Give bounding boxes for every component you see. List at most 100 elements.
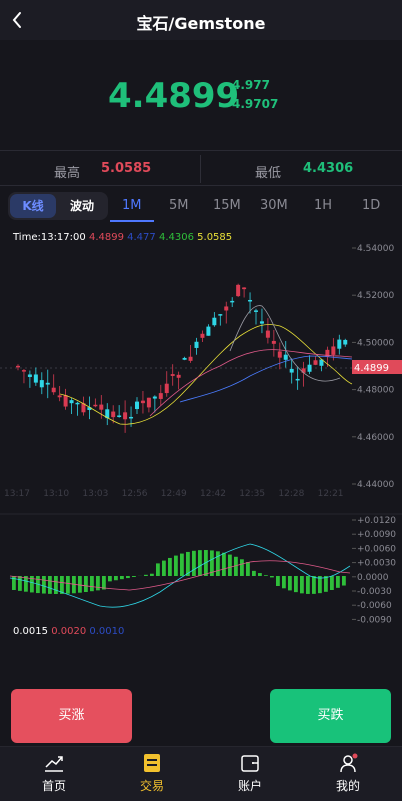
tab-interval-15m[interactable]: 15M <box>213 198 241 213</box>
time-tick-label: 12:21 <box>318 489 344 499</box>
price-tick-label: 4.48000 <box>357 386 394 396</box>
macd-bar <box>66 576 70 594</box>
nav-account[interactable]: 账户 <box>210 747 290 801</box>
tab-kline[interactable]: K线 <box>10 194 56 218</box>
macd-bar <box>342 576 346 586</box>
nav-trade[interactable]: 交易 <box>112 747 192 801</box>
price-sub-top: 4.977 <box>232 78 270 92</box>
page-title: 宝石/Gemstone <box>136 14 266 33</box>
candle-body <box>152 396 157 399</box>
candle-body <box>200 333 205 338</box>
macd-legend-3: 0.0010 <box>89 626 125 637</box>
chart-svg: 4.54000 4.52000 4.50000 4.48000 4.46000 4.440… <box>0 244 402 625</box>
macd-bar <box>246 562 250 576</box>
candle-body <box>164 383 169 394</box>
tab-interval-1h[interactable]: 1H <box>314 198 332 213</box>
current-price: 4.4899 <box>108 76 240 116</box>
candle-body <box>283 354 288 360</box>
low-label: 最低 <box>255 166 282 181</box>
candle-body <box>21 370 26 372</box>
macd-bar <box>330 576 334 590</box>
nav-mine-label: 我的 <box>335 779 360 793</box>
kline-chart[interactable]: Time:13:17:00 4.4899 4.477 4.4306 5.0585… <box>0 226 402 646</box>
tab-interval-1m[interactable]: 1M <box>122 198 142 213</box>
candle-body <box>254 310 258 312</box>
macd-bar <box>84 576 88 592</box>
candle-body <box>212 317 217 326</box>
svg-text:4.4899: 4.4899 <box>354 363 389 374</box>
candle-body <box>224 306 229 311</box>
time-tick-label: 12:35 <box>239 489 265 499</box>
candle-body <box>343 339 348 345</box>
trade-icon <box>140 751 164 775</box>
chart-legend: Time:13:17:00 4.4899 4.477 4.4306 5.0585 <box>13 232 232 243</box>
candle-body <box>123 412 128 420</box>
macd-bar <box>132 576 136 577</box>
tab-interval-5m[interactable]: 5M <box>169 198 189 213</box>
macd-axis: +0.0120 +0.0090 +0.0060 +0.0030 0.0000 -0.003… <box>352 516 396 625</box>
macd-bar <box>126 576 130 579</box>
top-bar: 宝石/Gemstone <box>0 0 402 40</box>
macd-bar <box>108 576 112 582</box>
macd-bar <box>306 576 310 594</box>
candle-body <box>295 378 300 381</box>
macd-bar <box>174 555 178 576</box>
macd-bar <box>18 576 22 591</box>
nav-account-label: 账户 <box>237 779 262 793</box>
macd-bar <box>222 552 226 576</box>
macd-bar <box>42 576 46 594</box>
tab-interval-1d[interactable]: 1D <box>362 198 380 213</box>
candle-body <box>271 340 276 344</box>
buy-down-button[interactable]: 买跌 <box>270 689 391 743</box>
tab-wave[interactable]: 波动 <box>58 194 106 218</box>
nav-home[interactable]: 首页 <box>14 747 94 801</box>
candle-body <box>158 393 163 399</box>
buy-up-button[interactable]: 买涨 <box>11 689 132 743</box>
time-tick-label: 12:28 <box>278 489 304 499</box>
macd-bar <box>270 576 274 578</box>
macd-bar <box>54 576 58 594</box>
macd-bar <box>120 576 124 580</box>
last-price-tag: 4.4899 <box>352 360 402 374</box>
macd-bar <box>150 573 154 576</box>
wallet-icon <box>238 751 262 775</box>
candle-body <box>99 404 104 410</box>
macd-bar <box>90 576 94 592</box>
price-tick-label: 4.52000 <box>357 291 394 301</box>
low-value: 4.4306 <box>303 161 354 176</box>
candle-body <box>236 284 241 297</box>
candle-body <box>16 365 20 368</box>
candle-body <box>313 360 318 365</box>
nav-home-label: 首页 <box>41 779 66 793</box>
nav-mine[interactable]: 我的 <box>308 747 388 801</box>
candle-body <box>188 356 193 361</box>
macd-bar <box>264 575 268 576</box>
divider <box>200 155 201 183</box>
candle-body <box>39 380 44 388</box>
high-low-bar: 最高 5.0585 最低 4.4306 <box>0 150 402 186</box>
candle-body <box>129 416 134 419</box>
legend-value-4: 5.0585 <box>197 232 233 243</box>
candle-body <box>176 374 181 378</box>
candle-body <box>206 326 211 336</box>
user-icon <box>336 751 360 775</box>
legend-value-2: 4.477 <box>127 232 156 243</box>
macd-bar <box>114 576 118 581</box>
macd-bar <box>180 553 184 576</box>
active-tab-underline <box>110 220 154 222</box>
macd-bar <box>228 554 232 576</box>
macd-tick-label: -0.0060 <box>357 601 392 611</box>
tab-interval-30m[interactable]: 30M <box>260 198 288 213</box>
time-tick-label: 12:42 <box>200 489 226 499</box>
macd-bar <box>312 576 316 594</box>
macd-bar <box>96 576 100 591</box>
macd-tick-label: +0.0030 <box>357 559 396 569</box>
time-axis: 13:17 13:10 13:03 12:56 12:49 12:42 12:35 12:28… <box>4 489 344 499</box>
candle-body <box>265 330 270 338</box>
legend-time: Time:13:17:00 <box>13 232 86 243</box>
candle-body <box>170 374 175 376</box>
macd-tick-label: +0.0120 <box>357 516 396 526</box>
price-tick-label: 4.46000 <box>357 433 394 443</box>
macd-bar <box>318 576 322 594</box>
candle-body <box>337 339 342 349</box>
